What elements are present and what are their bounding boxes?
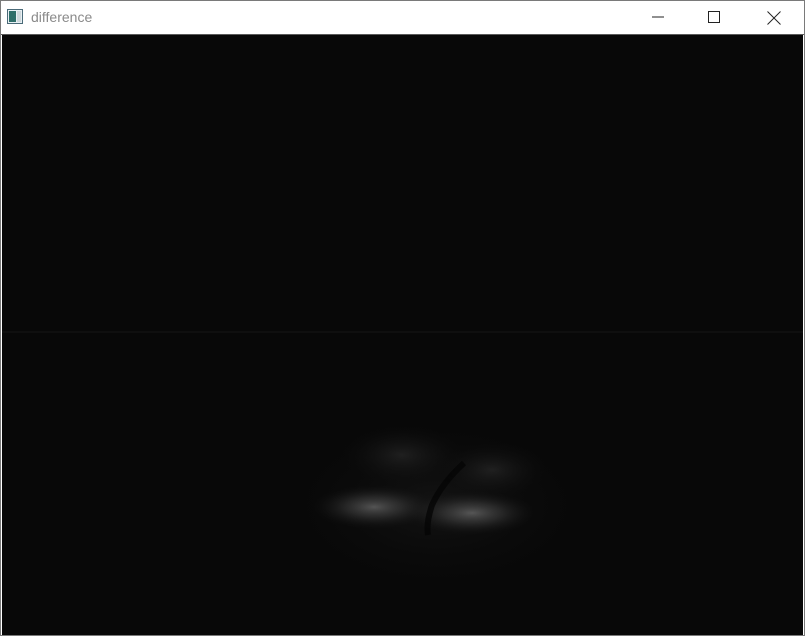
minimize-button[interactable] [635,1,681,34]
maximize-icon [708,11,720,23]
minimize-icon [652,16,664,18]
title-bar[interactable]: difference [1,1,804,35]
maximize-button[interactable] [691,1,737,34]
app-window: difference [0,0,805,636]
window-title: difference [31,9,93,25]
difference-image [2,35,803,635]
difference-image-canvas[interactable] [2,35,803,635]
close-icon [767,11,781,25]
close-button[interactable] [750,1,796,34]
app-icon [7,9,23,24]
